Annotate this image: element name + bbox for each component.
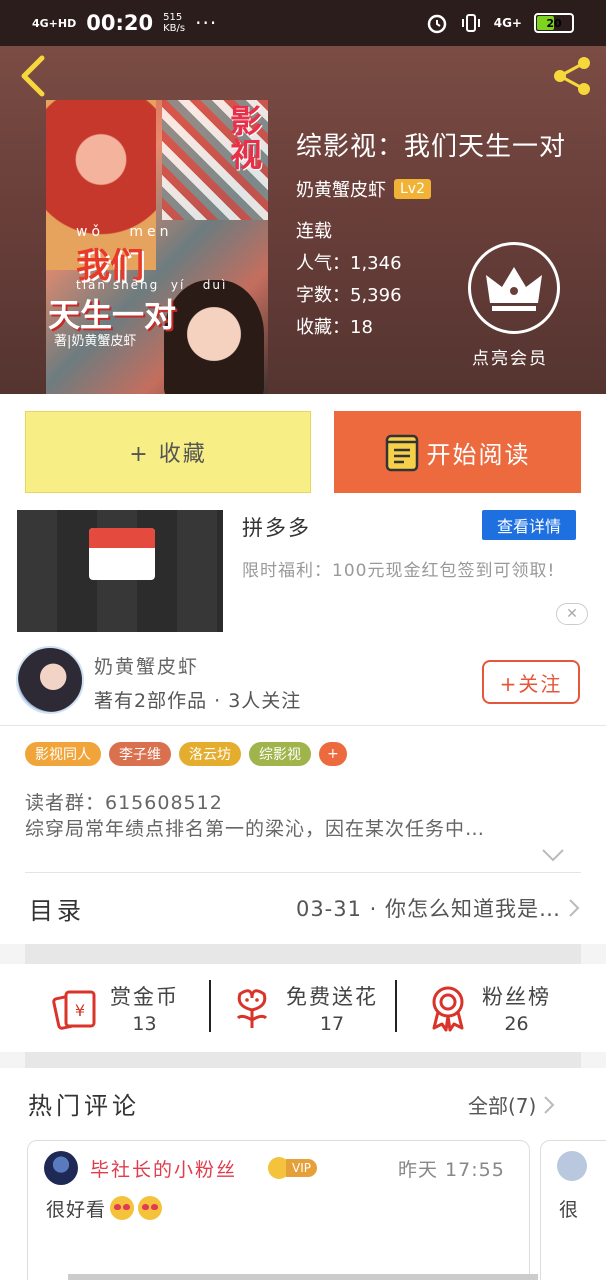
add-tag-button[interactable]: + bbox=[319, 742, 347, 766]
all-comments-link[interactable]: 全部(7) bbox=[468, 1090, 556, 1119]
reward-coin[interactable]: ¥ 赏金币 13 bbox=[52, 976, 179, 1040]
rewards-bar: ¥ 赏金币 13 免费送花 17 粉丝榜 26 bbox=[0, 964, 606, 1052]
tag-item[interactable]: 洛云坊 bbox=[179, 742, 241, 766]
comment-text: 很 bbox=[559, 1199, 579, 1221]
vibrate-icon bbox=[461, 14, 480, 32]
more-dots: ··· bbox=[195, 11, 218, 35]
reader-group: 读者群：615608512 bbox=[25, 792, 223, 814]
book-author[interactable]: 奶黄蟹皮虾 bbox=[296, 176, 386, 202]
cover-author: 著|奶黄蟹皮虾 bbox=[54, 334, 137, 349]
follow-button[interactable]: +关注 bbox=[482, 660, 580, 704]
comments-title: 热门评论 bbox=[28, 1092, 140, 1120]
book-icon bbox=[385, 434, 418, 472]
reward-fans-count: 26 bbox=[504, 1013, 529, 1035]
tag-item[interactable]: 影视同人 bbox=[25, 742, 101, 766]
vip-badge: VIP bbox=[268, 1157, 317, 1179]
coin-envelope-icon: ¥ bbox=[52, 990, 96, 1030]
tag-item[interactable]: 综影视 bbox=[249, 742, 311, 766]
svg-text:¥: ¥ bbox=[75, 1001, 85, 1020]
status-time: 00:20 bbox=[86, 11, 154, 35]
signal-icon: 4G+HD bbox=[32, 16, 77, 30]
alarm-icon bbox=[427, 14, 446, 34]
tag-list: 影视同人 李子维 洛云坊 综影视 + bbox=[25, 742, 347, 766]
level-badge: Lv2 bbox=[394, 179, 431, 199]
status-bar: 4G+HD 00:20 515 KB/s ··· 4G+ 20 bbox=[0, 0, 606, 46]
heart-eyes-emoji-icon bbox=[138, 1196, 163, 1220]
share-icon[interactable] bbox=[550, 54, 594, 98]
comment-time: 昨天 17:55 bbox=[398, 1159, 505, 1181]
ad-detail-button[interactable]: 查看详情 bbox=[482, 510, 576, 540]
flower-icon bbox=[236, 989, 268, 1028]
reward-flower[interactable]: 免费送花 17 bbox=[228, 976, 378, 1040]
divider bbox=[395, 980, 397, 1032]
commenter-avatar[interactable] bbox=[44, 1151, 78, 1185]
reward-flower-count: 17 bbox=[319, 1013, 345, 1035]
battery-icon: 20 bbox=[534, 13, 574, 33]
network-speed: 515 KB/s bbox=[163, 12, 186, 34]
ad-close-icon[interactable]: ✕ bbox=[556, 603, 588, 625]
hot-comments: 热门评论 全部(7) 毕社长的小粉丝 VIP 昨天 17:55 很好看 很 bbox=[0, 1068, 606, 1280]
reward-fans[interactable]: 粉丝榜 26 bbox=[424, 976, 551, 1040]
reward-coin-label: 赏金币 bbox=[110, 985, 179, 1009]
book-info: 影视同人 李子维 洛云坊 综影视 + 读者群：615608512 综穿局常年绩点… bbox=[0, 726, 606, 944]
table-of-contents-row[interactable]: 目录 03-31 · 你怎么知道我是… bbox=[25, 872, 581, 944]
scroll-indicator bbox=[68, 1274, 538, 1280]
tag-item[interactable]: 李子维 bbox=[109, 742, 171, 766]
ad-description: 限时福利：100元现金红包签到可领取! bbox=[242, 561, 556, 581]
comment-card[interactable]: 毕社长的小粉丝 VIP 昨天 17:55 很好看 bbox=[27, 1140, 530, 1280]
crown-icon bbox=[486, 267, 542, 311]
divider bbox=[209, 980, 211, 1032]
reward-coin-count: 13 bbox=[132, 1013, 157, 1035]
medal-icon bbox=[432, 986, 464, 1032]
start-reading-button[interactable]: 开始阅读 bbox=[334, 411, 581, 493]
favorites-count: 18 bbox=[350, 317, 373, 338]
word-count: 5,396 bbox=[350, 285, 402, 306]
latest-chapter: 03-31 · 你怎么知道我是… bbox=[295, 897, 561, 921]
book-status: 连载 bbox=[296, 221, 332, 242]
chevron-right-icon bbox=[569, 899, 580, 917]
intro-text: 综穿局常年绩点排名第一的梁沁，因在某次任务中… bbox=[25, 818, 486, 840]
commenter-avatar[interactable] bbox=[557, 1151, 587, 1181]
book-cover[interactable]: 影 视 wǒ men 我们 tiān shēng yí duì 天生一对 著|奶… bbox=[46, 100, 268, 394]
book-intro[interactable]: 读者群：615608512 综穿局常年绩点排名第一的梁沁，因在某次任务中… bbox=[25, 790, 585, 842]
book-header: 影 视 wǒ men 我们 tiān shēng yí duì 天生一对 著|奶… bbox=[0, 46, 606, 394]
cover-title-ying: 影 视 bbox=[230, 102, 263, 174]
action-bar: + 收藏 开始阅读 bbox=[0, 394, 606, 506]
author-stats: 著有2部作品 · 3人关注 bbox=[94, 690, 302, 712]
heart-eyes-emoji-icon bbox=[110, 1196, 135, 1220]
collect-button[interactable]: + 收藏 bbox=[25, 411, 311, 493]
comment-text: 很好看 bbox=[46, 1195, 163, 1222]
ad-title[interactable]: 拼多多 bbox=[242, 512, 311, 542]
comment-card[interactable]: 很 bbox=[540, 1140, 606, 1280]
commenter-name[interactable]: 毕社长的小粉丝 bbox=[90, 1155, 237, 1182]
chevron-down-icon[interactable] bbox=[541, 848, 565, 862]
book-meta: 连载 人气：1,346 字数：5,396 收藏：18 bbox=[296, 216, 402, 344]
section-gap bbox=[25, 944, 581, 964]
reward-flower-label: 免费送花 bbox=[286, 985, 378, 1009]
author-avatar[interactable] bbox=[16, 646, 84, 714]
vip-label[interactable]: 点亮会员 bbox=[472, 344, 548, 369]
popularity-count: 1,346 bbox=[350, 253, 402, 274]
section-gap bbox=[25, 1052, 581, 1068]
toc-label: 目录 bbox=[29, 896, 85, 925]
ad-banner[interactable]: 拼多多 查看详情 限时福利：100元现金红包签到可领取! ✕ bbox=[0, 506, 606, 634]
network-type: 4G+ bbox=[493, 16, 522, 30]
author-card[interactable]: 奶黄蟹皮虾 著有2部作品 · 3人关注 +关注 bbox=[0, 634, 606, 726]
ad-image[interactable] bbox=[17, 510, 223, 632]
author-name[interactable]: 奶黄蟹皮虾 bbox=[94, 652, 199, 679]
chevron-right-icon bbox=[544, 1095, 555, 1114]
reward-fans-label: 粉丝榜 bbox=[482, 985, 551, 1009]
vip-button[interactable] bbox=[468, 242, 560, 334]
back-icon[interactable] bbox=[14, 52, 54, 100]
start-reading-label: 开始阅读 bbox=[426, 440, 531, 469]
book-title: 综影视：我们天生一对 bbox=[296, 132, 567, 162]
